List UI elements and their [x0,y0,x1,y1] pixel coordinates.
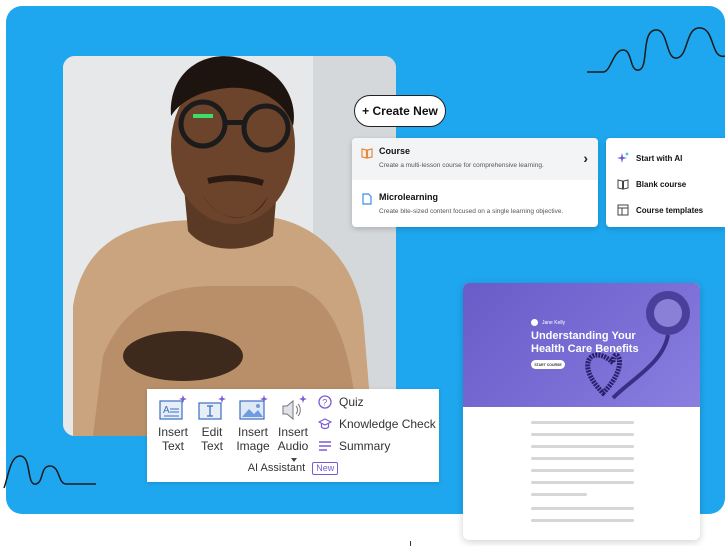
ai-assistant-label: AI Assistant [247,462,306,474]
course-submenu: Start with AI Blank course Course templa… [606,138,725,227]
decorative-squiggle-bottom [3,455,96,489]
insert-image-button[interactable]: Insert Image [233,395,273,453]
placeholder-text-line [531,481,634,484]
summary-icon [318,439,332,453]
placeholder-text-line [531,519,634,522]
text-cursor-mark [410,541,411,546]
author-avatar [531,319,538,326]
book-icon [361,148,373,159]
menu-item-microlearning[interactable]: Microlearning Create bite-sized content … [352,184,598,226]
tool-label-line1: Insert [237,425,268,439]
summary-label: Summary [339,439,391,453]
author-label: Jane Kelly [531,319,565,326]
sparkle-icon [616,152,630,164]
course-title: Understanding Your Health Care Benefits [531,330,639,355]
placeholder-text-line [531,421,634,424]
tool-label-line2: Image [236,439,270,453]
svg-text:A: A [163,405,170,416]
tool-label-line2: Text [200,439,223,453]
submenu-item-blank-course[interactable]: Blank course [616,176,686,192]
insert-image-icon [239,395,268,420]
menu-item-title: Microlearning [379,192,439,202]
placeholder-text-line [531,445,634,448]
insert-audio-button[interactable]: Insert Audio [273,395,313,453]
quiz-icon: ? [318,395,332,409]
tool-label-line1: Edit [201,425,223,439]
new-badge: New [312,462,339,475]
tool-label-line1: Insert [277,425,308,439]
course-preview-card: Jane Kelly Understanding Your Health Car… [463,283,700,540]
tool-label-line2: Audio [277,439,309,453]
decorative-squiggle-top [587,27,725,73]
book-outline-icon [616,178,630,190]
template-icon [616,204,630,216]
submenu-item-start-with-ai[interactable]: Start with AI [616,150,682,166]
knowledge-check-button[interactable]: Knowledge Check [318,417,436,431]
create-new-button[interactable]: + Create New [354,95,446,127]
author-name: Jane Kelly [542,319,566,326]
edit-text-icon [198,395,226,420]
placeholder-text-line [531,469,634,472]
course-hero-banner: Jane Kelly Understanding Your Health Car… [463,283,700,407]
tool-label-line2: Text [161,439,184,453]
insert-text-icon: A [159,395,187,420]
tool-label-line1: Insert [157,425,188,439]
placeholder-text-line [531,493,587,496]
submenu-item-course-templates[interactable]: Course templates [616,202,703,218]
chevron-right-icon: › [583,150,588,166]
person-photo [63,56,396,436]
placeholder-text-line [531,507,634,510]
knowledge-check-label: Knowledge Check [339,417,436,431]
ai-assistant-toolbar: A Insert Text Edit Text Insert Image Ins… [147,389,439,482]
menu-item-course[interactable]: Course Create a multi-lesson course for … [352,138,598,180]
edit-text-button[interactable]: Edit Text [192,395,232,453]
insert-audio-icon [282,395,307,421]
placeholder-text-line [531,433,634,436]
svg-text:?: ? [322,398,327,408]
ai-assistant-footer: AI Assistant New [147,462,439,475]
submenu-item-label: Course templates [636,205,704,215]
create-menu: Course Create a multi-lesson course for … [352,138,598,227]
summary-button[interactable]: Summary [318,439,390,453]
graduation-cap-icon [318,417,332,431]
menu-item-description: Create a multi-lesson course for compreh… [379,162,544,169]
submenu-item-label: Blank course [636,179,687,189]
document-icon [362,193,372,205]
menu-item-description: Create bite-sized content focused on a s… [379,208,564,215]
submenu-item-label: Start with AI [636,153,683,163]
quiz-button[interactable]: ? Quiz [318,395,364,409]
insert-text-button[interactable]: A Insert Text [153,395,193,453]
quiz-label: Quiz [339,395,364,409]
placeholder-text-line [531,457,634,460]
menu-item-title: Course [379,146,411,156]
start-course-button[interactable]: START COURSE [531,360,565,369]
